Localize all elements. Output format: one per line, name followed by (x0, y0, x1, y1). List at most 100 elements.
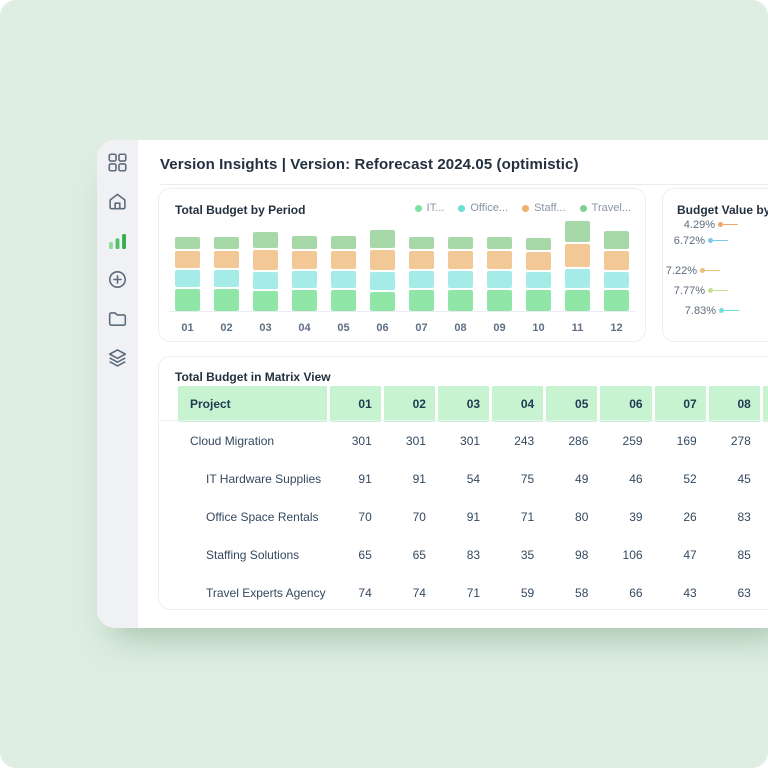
sidebar-item-dashboard[interactable] (108, 153, 128, 172)
donut-leader-line (700, 268, 720, 273)
sidebar-item-home[interactable] (108, 192, 128, 211)
table-header-cell: 02 (384, 386, 435, 422)
bar-segment (409, 271, 434, 288)
sidebar (97, 140, 138, 628)
table-cell: 83 (709, 498, 760, 536)
bar-05 (331, 236, 356, 311)
donut-label: 7.22% (663, 264, 720, 277)
bar-segment (370, 230, 395, 248)
donut-leader-line (708, 288, 728, 293)
table-cell: 85 (709, 536, 760, 574)
bar-segment (175, 289, 200, 311)
bar-segment (448, 290, 473, 311)
bar-segment (331, 236, 356, 249)
table-cell: 91 (330, 460, 381, 498)
donut-chart-card: Budget Value by Selected 4.29% 6.72% 7.2… (662, 188, 768, 342)
folder-icon (108, 309, 127, 328)
bar-segment (487, 271, 512, 288)
home-icon (108, 192, 127, 211)
table-cell-project: Travel Experts Agency (178, 574, 327, 610)
table-cell: 278 (709, 422, 760, 460)
table-row: Staffing Solutions65658335981064785116 (178, 536, 768, 574)
table-cell: 35 (492, 536, 543, 574)
x-axis-label: 03 (253, 322, 278, 334)
bar-segment (214, 251, 239, 268)
table-cell: 301 (330, 422, 381, 460)
table-cell: 65 (384, 536, 435, 574)
table-cell: 39 (600, 498, 651, 536)
table-row: Cloud Migration3013013012432862591692782… (178, 422, 768, 460)
table-cell: 53 (763, 574, 768, 610)
x-axis-label: 11 (565, 322, 590, 334)
bar-segment (448, 271, 473, 288)
table-cell: 80 (546, 498, 597, 536)
layers-icon (108, 348, 127, 367)
bar-segment (604, 231, 629, 249)
bar-segment (526, 238, 551, 250)
table-cell: 52 (655, 460, 706, 498)
sidebar-item-files[interactable] (108, 309, 128, 328)
bar-segment (175, 251, 200, 268)
table-header-cell: 09 (763, 386, 768, 422)
bar-chart-icon (108, 231, 127, 250)
bar-segment (214, 289, 239, 311)
table-cell: 70 (384, 498, 435, 536)
bar-segment (565, 221, 590, 242)
bar-segment (409, 251, 434, 269)
bar-01 (175, 237, 200, 311)
table-header-cell: Project (178, 386, 327, 422)
table-cell: 301 (384, 422, 435, 460)
table-cell: 259 (600, 422, 651, 460)
bar-segment (604, 251, 629, 270)
bar-segment (370, 292, 395, 311)
table-header-cell: 01 (330, 386, 381, 422)
table-cell: 98 (546, 536, 597, 574)
table-cell: 286 (546, 422, 597, 460)
x-axis: 010203040506070809101112 (175, 322, 629, 334)
donut-label: 7.83% (663, 304, 739, 317)
x-axis-label: 06 (370, 322, 395, 334)
dashboard-grid-icon (108, 153, 127, 172)
sidebar-item-layers[interactable] (108, 348, 128, 367)
table-cell: 74 (384, 574, 435, 610)
bar-segment (565, 244, 590, 267)
table-cell-project: IT Hardware Supplies (178, 460, 327, 498)
table-cell: 169 (655, 422, 706, 460)
bar-segment (526, 252, 551, 270)
table-cell: 83 (438, 536, 489, 574)
bar-segment (253, 291, 278, 311)
bar-segment (526, 272, 551, 288)
bar-03 (253, 232, 278, 311)
bar-09 (487, 237, 512, 311)
table-cell: 70 (330, 498, 381, 536)
bar-segment (331, 271, 356, 288)
bar-11 (565, 221, 590, 311)
x-axis-label: 01 (175, 322, 200, 334)
header-divider (160, 184, 768, 185)
donut-label-text: 4.29% (684, 219, 715, 231)
donut-label-text: 7.83% (685, 305, 716, 317)
bar-segment (253, 250, 278, 270)
bar-segment (331, 251, 356, 269)
table-cell-project: Office Space Rentals (178, 498, 327, 536)
bar-segment (487, 251, 512, 269)
sidebar-item-analytics[interactable] (108, 231, 128, 250)
table-cell: 43 (655, 574, 706, 610)
bar-04 (292, 236, 317, 311)
bar-segment (448, 251, 473, 269)
table-cell-project: Cloud Migration (178, 422, 327, 460)
table-cell: 63 (709, 574, 760, 610)
donut-leader-line (708, 238, 728, 243)
table-cell: 46 (600, 460, 651, 498)
bar-06 (370, 230, 395, 311)
donut-leader-line (718, 222, 738, 227)
table-cell: 65 (330, 536, 381, 574)
table-cell: 58 (763, 460, 768, 498)
bar-plot (175, 211, 629, 311)
sidebar-item-create[interactable] (108, 270, 128, 289)
table-cell: 59 (492, 574, 543, 610)
table-header-cell: 07 (655, 386, 706, 422)
table-header-row: Project010203040506070809 (178, 386, 768, 422)
donut-label: 6.72% (663, 234, 728, 247)
table-header-divider (159, 420, 768, 421)
